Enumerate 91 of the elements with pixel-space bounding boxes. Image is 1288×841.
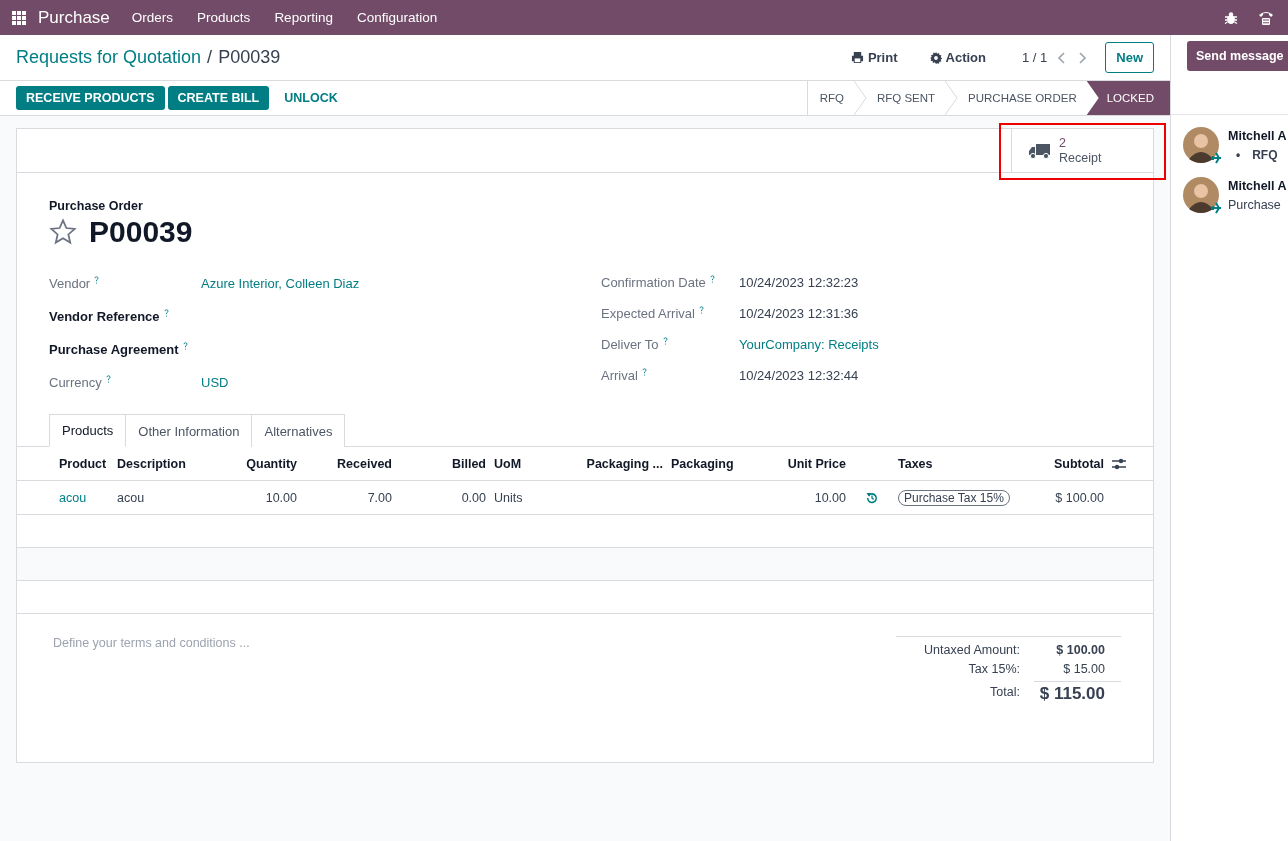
field-label: Currency — [49, 375, 102, 390]
breadcrumb-separator: / — [207, 47, 213, 68]
help-icon[interactable] — [641, 368, 647, 376]
column-header[interactable]: Quantity — [225, 447, 301, 481]
message-author: Mitchell A — [1228, 178, 1287, 195]
field-value: 10/24/2023 12:32:44 — [739, 368, 860, 383]
gear-icon — [929, 51, 942, 64]
help-icon[interactable] — [709, 275, 715, 283]
form-tab[interactable]: Products — [49, 414, 127, 447]
form-tab[interactable]: Other Information — [126, 414, 253, 447]
receipt-label: Receipt — [1059, 150, 1102, 166]
form-subtitle: Purchase Order — [49, 199, 144, 213]
reset-icon[interactable] — [866, 491, 878, 504]
next-icon[interactable] — [1077, 51, 1088, 64]
field-label: Vendor Reference — [49, 309, 160, 324]
tracking-value: RFQ — [1252, 147, 1278, 164]
truck-icon — [1029, 142, 1051, 159]
previous-icon[interactable] — [1057, 51, 1068, 64]
plane-badge-icon — [1210, 202, 1222, 214]
help-icon[interactable] — [105, 375, 111, 383]
column-header[interactable]: Received — [301, 447, 396, 481]
field-label: Arrival — [601, 368, 638, 383]
record-title: P00039 — [218, 47, 281, 68]
breadcrumb-link[interactable]: Requests for Quotation — [16, 47, 202, 68]
field-label: Deliver To — [601, 337, 659, 352]
app-name[interactable]: Purchase — [38, 7, 110, 28]
field-label: Confirmation Date — [601, 275, 706, 290]
avatar — [1183, 127, 1219, 163]
help-icon[interactable] — [698, 306, 704, 314]
help-icon[interactable] — [182, 342, 188, 350]
avatar — [1183, 177, 1219, 213]
message-body: Purchase — [1228, 197, 1282, 214]
column-header[interactable]: UoM — [490, 447, 573, 481]
table-cell: 0.00 — [396, 481, 490, 515]
bullet: • — [1236, 147, 1241, 164]
plane-badge-icon — [1210, 152, 1222, 164]
table-cell: acou — [113, 481, 225, 515]
total-label: Tax 15%: — [967, 662, 1021, 676]
column-header[interactable]: Taxes — [894, 447, 1046, 481]
action-button[interactable]: Action — [923, 49, 992, 66]
menu-item[interactable]: Products — [185, 10, 263, 25]
star-icon[interactable] — [49, 218, 77, 246]
field-link[interactable]: USD — [201, 375, 601, 390]
field-value: 10/24/2023 12:32:23 — [739, 275, 860, 290]
table-cell: Units — [490, 481, 573, 515]
print-button[interactable]: Print — [844, 49, 904, 66]
table-cell: 10.00 — [225, 481, 301, 515]
total-label: Total: — [989, 684, 1021, 701]
column-header[interactable]: Packaging ... — [573, 447, 667, 481]
help-icon[interactable] — [163, 309, 169, 317]
menu-item[interactable]: Reporting — [262, 10, 345, 25]
action-button[interactable]: CREATE BILL — [167, 86, 270, 110]
column-header[interactable]: Packaging — [667, 447, 747, 481]
menu-item[interactable]: Configuration — [344, 10, 450, 25]
bug-icon[interactable] — [1224, 10, 1238, 25]
send-message-button[interactable]: Send message — [1187, 41, 1288, 71]
print-icon — [850, 51, 864, 64]
field-link[interactable]: Azure Interior, Colleen Diaz — [201, 276, 601, 291]
total-label: Untaxed Amount: — [923, 643, 1021, 657]
field-value: 10/24/2023 12:31:36 — [739, 306, 860, 321]
column-header[interactable]: Subtotal — [1046, 447, 1108, 481]
column-header[interactable]: Product — [55, 447, 113, 481]
total-value: $ 15.00 — [1062, 662, 1106, 676]
total-value: $ 100.00 — [1055, 643, 1106, 657]
record-name: P00039 — [89, 215, 193, 249]
column-header[interactable]: Billed — [396, 447, 490, 481]
phone-icon[interactable] — [1258, 9, 1274, 26]
message-author: Mitchell A — [1228, 128, 1287, 145]
pager-value: 1 / 1 — [1021, 50, 1048, 65]
column-settings-icon[interactable] — [1112, 457, 1126, 470]
form-tab[interactable]: Alternatives — [252, 414, 346, 447]
table-cell: 7.00 — [301, 481, 396, 515]
table-cell: $ 100.00 — [1046, 481, 1108, 515]
action-button[interactable]: RECEIVE PRODUCTS — [16, 86, 165, 110]
total-value: $ 115.00 — [1034, 681, 1121, 704]
field-label: Purchase Agreement — [49, 342, 179, 357]
field-link[interactable]: YourCompany: Receipts — [739, 337, 1121, 352]
field-label: Vendor — [49, 276, 91, 291]
receipt-count: 2 — [1059, 135, 1067, 151]
column-header[interactable]: Unit Price — [747, 447, 850, 481]
help-icon[interactable] — [94, 276, 100, 284]
menu-item[interactable]: Orders — [119, 10, 186, 25]
new-button[interactable]: New — [1105, 42, 1154, 73]
table-cell: 10.00 — [747, 481, 850, 515]
product-link[interactable]: acou — [59, 490, 87, 505]
unlock-link[interactable]: UNLOCK — [274, 86, 348, 110]
column-header[interactable]: Description — [113, 447, 225, 481]
field-label: Expected Arrival — [601, 306, 695, 321]
apps-menu-icon[interactable] — [12, 10, 26, 25]
help-icon[interactable] — [662, 337, 668, 345]
status-step[interactable]: LOCKED — [1086, 81, 1170, 115]
